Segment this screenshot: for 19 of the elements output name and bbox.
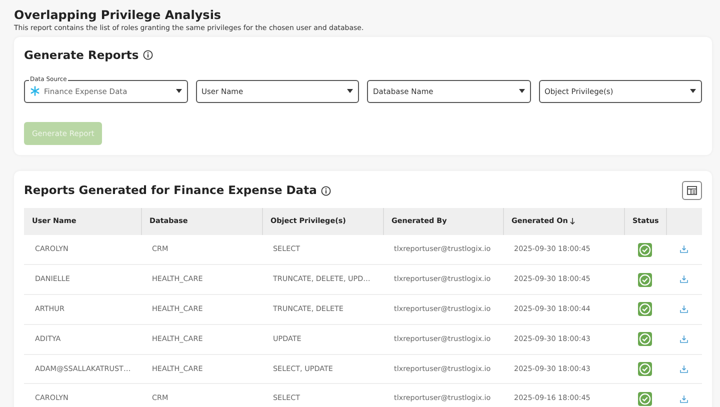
dropdown-caret-icon	[518, 89, 524, 94]
dropdown-caret-icon	[690, 89, 696, 94]
dropdown-caret-icon	[347, 89, 353, 94]
table-icon	[687, 186, 697, 195]
columns-button[interactable]	[682, 181, 702, 200]
page-title: Overlapping Privilege Analysis	[14, 7, 222, 23]
section-title: Reports Generated for Finance Expense Data	[24, 182, 317, 199]
snowflake-icon	[30, 86, 40, 96]
download-icon[interactable]	[680, 305, 688, 314]
info-icon[interactable]	[142, 50, 153, 60]
sort-arrow-icon	[570, 218, 576, 225]
info-icon[interactable]	[320, 186, 331, 196]
download-icon[interactable]	[680, 275, 688, 284]
dropdown-caret-icon	[176, 89, 182, 94]
download-icon[interactable]	[680, 394, 688, 403]
download-icon[interactable]	[680, 245, 688, 254]
section-title: Generate Reports	[24, 46, 139, 64]
download-icon[interactable]	[680, 364, 688, 373]
download-icon[interactable]	[680, 334, 688, 343]
